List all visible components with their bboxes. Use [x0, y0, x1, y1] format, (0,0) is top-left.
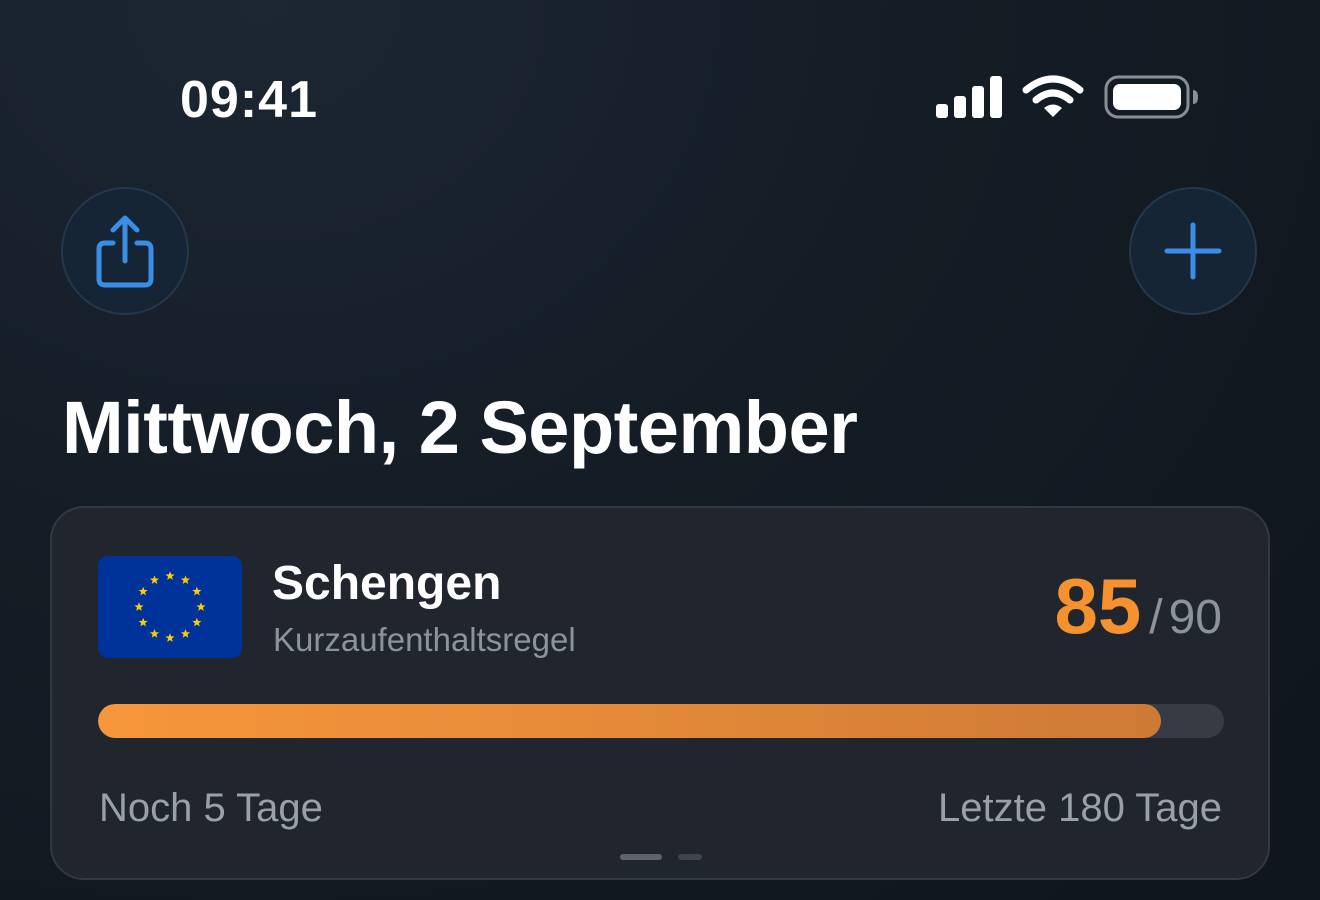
page-dot[interactable] — [678, 854, 702, 860]
share-button[interactable] — [61, 187, 189, 315]
used-days: 85 — [1054, 562, 1142, 650]
card-title: Schengen — [272, 557, 502, 610]
plus-icon — [1164, 222, 1222, 280]
schengen-card[interactable]: Schengen Kurzaufenthaltsregel 85/90 Noch… — [50, 506, 1270, 880]
wifi-icon — [1022, 75, 1084, 117]
page-indicator[interactable] — [620, 854, 702, 860]
page-title: Mittwoch, 2 September — [62, 386, 858, 469]
days-progress-bar — [98, 704, 1224, 738]
status-time: 09:41 — [180, 71, 318, 129]
share-icon — [96, 215, 154, 288]
status-bar: 09:41 — [0, 0, 1320, 200]
battery-icon — [1104, 75, 1198, 119]
eu-star — [138, 617, 148, 627]
eu-star — [180, 629, 191, 638]
eu-star — [134, 602, 144, 611]
days-counter: 85/90 — [1055, 564, 1223, 671]
eu-star — [192, 586, 202, 596]
card-subtitle: Kurzaufenthaltsregel — [273, 621, 576, 658]
count-separator: / — [1149, 591, 1163, 644]
eu-star — [149, 629, 160, 638]
add-button[interactable] — [1129, 187, 1257, 315]
eu-star — [165, 633, 175, 642]
cellular-signal-icon — [936, 76, 1002, 118]
rolling-window: Letzte 180 Tage — [938, 786, 1222, 830]
eu-star — [196, 602, 206, 611]
eu-star — [165, 571, 175, 580]
remaining-days: Noch 5 Tage — [99, 786, 323, 830]
eu-star — [149, 575, 160, 585]
days-progress-fill — [98, 704, 1161, 738]
eu-star — [192, 617, 202, 627]
eu-star — [138, 586, 148, 596]
eu-star — [180, 575, 191, 585]
eu-flag-icon — [98, 556, 242, 658]
page-dot[interactable] — [620, 854, 662, 860]
max-days: 90 — [1168, 591, 1222, 644]
